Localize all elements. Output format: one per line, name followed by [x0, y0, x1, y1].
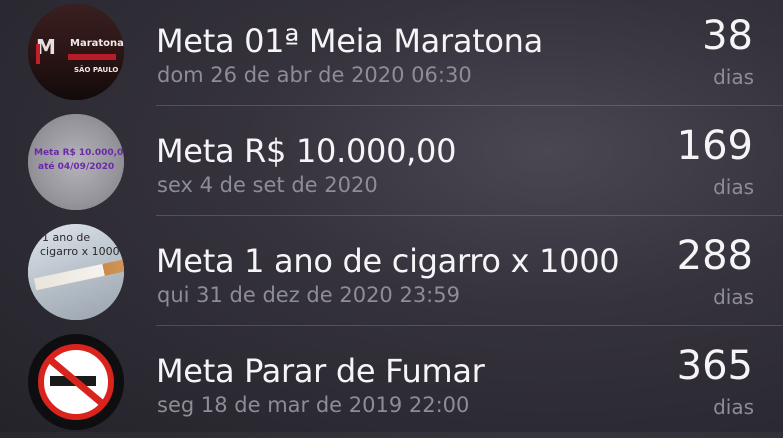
days-unit: dias: [713, 175, 754, 199]
row-divider: [156, 215, 783, 216]
thumbnail-city-text: SÃO PAULO: [74, 66, 119, 74]
days-count: 169: [676, 123, 753, 169]
countdown-row[interactable]: M Maratona SÃO PAULO Meta 01ª Meia Marat…: [0, 0, 783, 108]
event-date: qui 31 de dez de 2020 23:59: [157, 283, 460, 307]
thumbnail-brand-text: Maratona: [70, 38, 124, 49]
countdown-row[interactable]: 1 ano de cigarro x 1000 Meta 1 ano de ci…: [0, 218, 783, 328]
money-goal-thumbnail: Meta R$ 10.000,00 até 04/09/2020: [28, 114, 124, 210]
marathon-logo-icon: M: [36, 35, 56, 59]
days-count: 38: [702, 13, 753, 59]
event-title: Meta R$ 10.000,00: [156, 132, 457, 170]
event-date: sex 4 de set de 2020: [157, 173, 378, 197]
no-smoking-icon: [28, 334, 124, 430]
event-date: dom 26 de abr de 2020 06:30: [157, 63, 472, 87]
row-divider: [156, 105, 783, 106]
event-title: Meta Parar de Fumar: [156, 352, 485, 390]
event-date: seg 18 de mar de 2019 22:00: [157, 393, 470, 417]
thumbnail-text-line2: até 04/09/2020: [38, 162, 115, 172]
days-unit: dias: [713, 285, 754, 309]
days-count: 288: [676, 233, 753, 279]
thumbnail-text-line1: 1 ano de: [42, 231, 91, 244]
event-title: Meta 01ª Meia Maratona: [156, 22, 543, 60]
thumbnail-text-line2: cigarro x 1000: [40, 245, 120, 258]
days-count: 365: [676, 343, 753, 389]
days-unit: dias: [713, 395, 754, 419]
row-divider: [156, 325, 783, 326]
countdown-row[interactable]: Meta Parar de Fumar seg 18 de mar de 201…: [0, 328, 783, 438]
countdown-row[interactable]: Meta R$ 10.000,00 até 04/09/2020 Meta R$…: [0, 108, 783, 218]
days-unit: dias: [713, 65, 754, 89]
event-title: Meta 1 ano de cigarro x 1000: [156, 242, 620, 280]
cigarette-thumbnail: 1 ano de cigarro x 1000: [28, 224, 124, 320]
countdown-list: M Maratona SÃO PAULO Meta 01ª Meia Marat…: [0, 0, 783, 432]
meia-maratona-thumbnail: M Maratona SÃO PAULO: [28, 4, 124, 100]
thumbnail-text-line1: Meta R$ 10.000,00: [34, 148, 124, 158]
